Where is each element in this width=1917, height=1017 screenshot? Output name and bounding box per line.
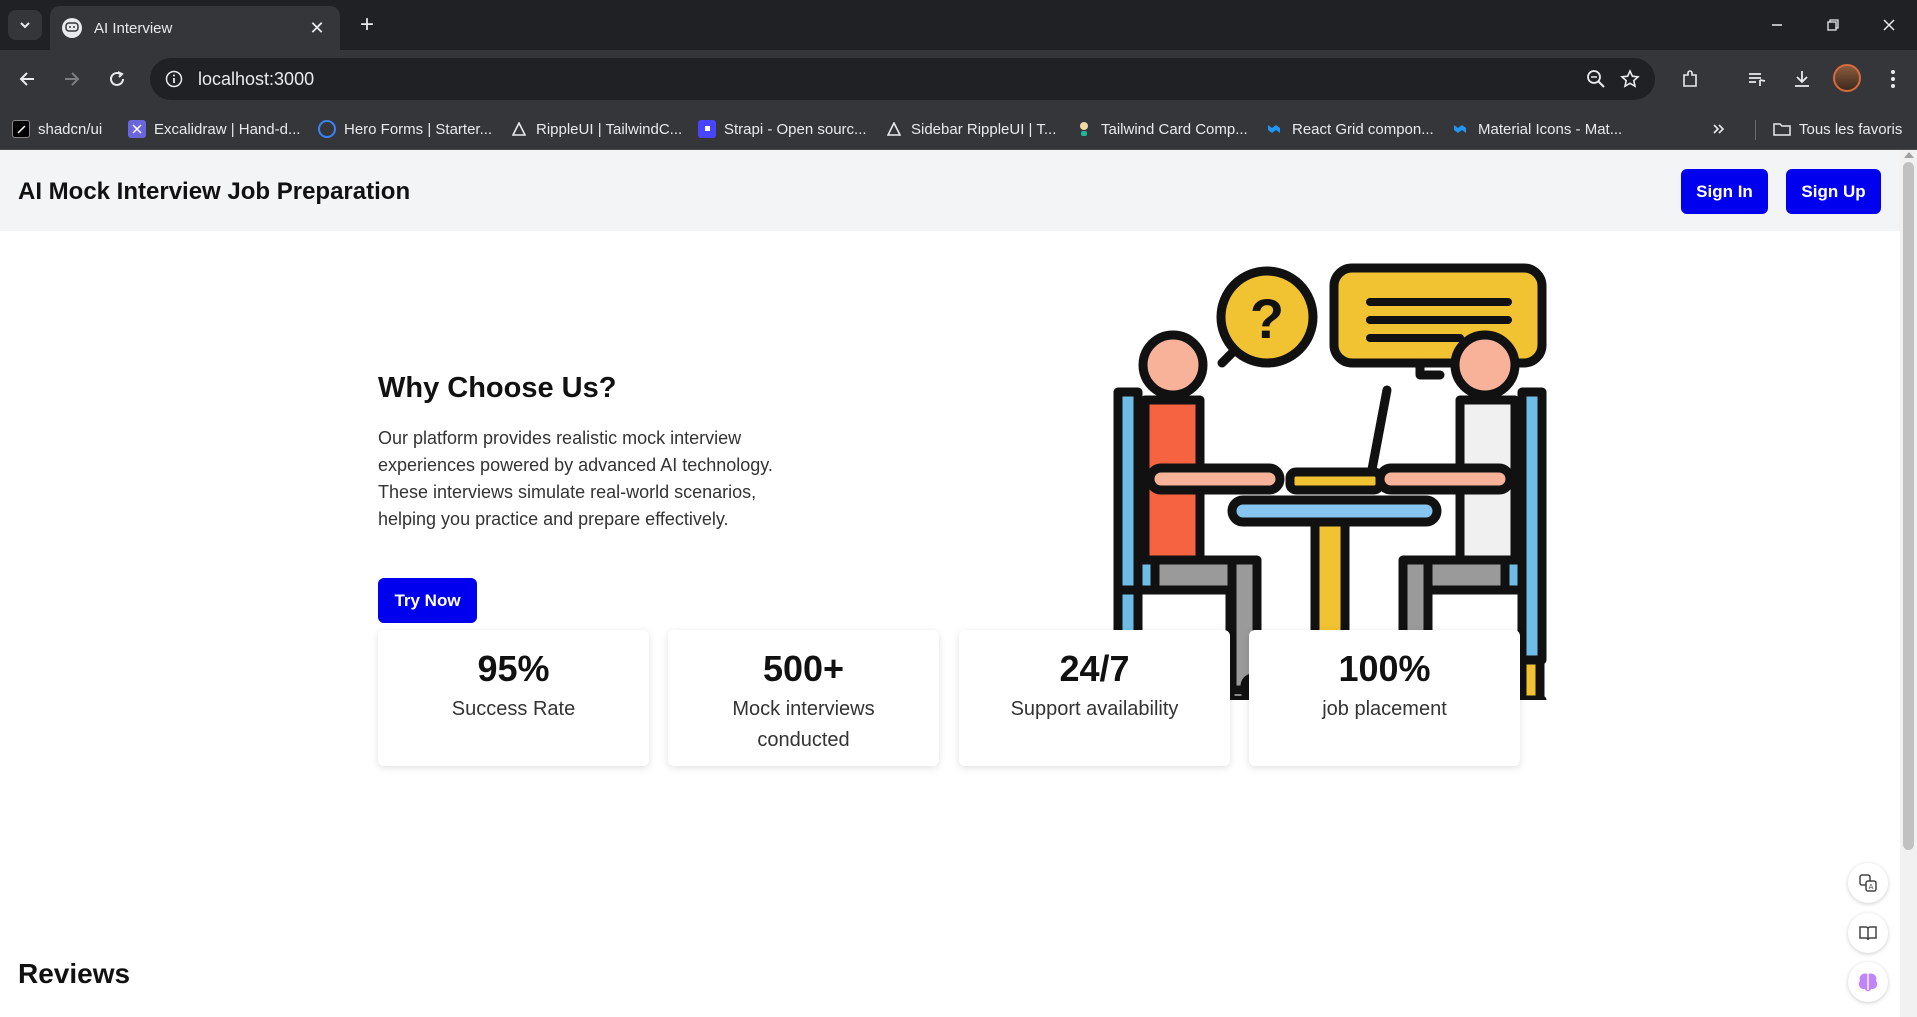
person-right-head bbox=[1450, 330, 1520, 400]
ai-brain-icon[interactable] bbox=[1848, 962, 1888, 1002]
more-menu-icon[interactable] bbox=[1876, 62, 1910, 96]
forward-arrow-icon[interactable] bbox=[55, 62, 89, 96]
tab-title: AI Interview bbox=[94, 19, 173, 37]
bookmark-item[interactable]: Excalidraw | Hand-d... bbox=[128, 116, 300, 142]
zoom-icon[interactable] bbox=[1579, 62, 1613, 96]
hero-title: Why Choose Us? bbox=[378, 372, 617, 404]
chat-bubble-icon bbox=[62, 18, 82, 38]
stat-card: 95% Success Rate bbox=[378, 630, 649, 766]
url-text[interactable]: localhost:3000 bbox=[198, 69, 1579, 90]
site-info-icon[interactable] bbox=[162, 67, 186, 91]
profile-avatar[interactable] bbox=[1833, 64, 1861, 92]
site-title: AI Mock Interview Job Preparation bbox=[18, 178, 411, 205]
close-tab-icon[interactable]: ✕ bbox=[306, 18, 328, 39]
bookmarks-bar: shadcn/ui Excalidraw | Hand-d... Hero Fo… bbox=[0, 108, 1917, 150]
stat-value: 500+ bbox=[762, 648, 845, 689]
browser-toolbar: localhost:3000 bbox=[0, 50, 1917, 108]
back-arrow-icon[interactable] bbox=[10, 62, 44, 96]
folder-icon bbox=[1773, 120, 1791, 138]
all-bookmarks-label: Tous les favoris bbox=[1799, 120, 1903, 138]
browser-tab[interactable]: AI Interview ✕ bbox=[50, 6, 340, 50]
reader-mode-icon[interactable] bbox=[1848, 913, 1888, 953]
restore-icon[interactable] bbox=[1811, 8, 1855, 42]
bookmark-item[interactable]: React Grid compon... bbox=[1266, 116, 1434, 142]
new-tab-icon[interactable]: + bbox=[352, 10, 382, 40]
all-bookmarks-folder[interactable]: Tous les favoris bbox=[1773, 116, 1902, 142]
scroll-up-arrow-icon[interactable] bbox=[1904, 152, 1914, 158]
bookmark-item[interactable]: Material Icons - Mat... bbox=[1452, 116, 1622, 142]
bookmark-label: Material Icons - Mat... bbox=[1478, 120, 1623, 138]
excalidraw-icon bbox=[128, 120, 146, 138]
site-header: AI Mock Interview Job Preparation Sign I… bbox=[0, 150, 1900, 231]
sign-in-button[interactable]: Sign In bbox=[1681, 169, 1768, 214]
page-scrollbar[interactable] bbox=[1900, 150, 1917, 1017]
tab-strip: AI Interview ✕ + bbox=[0, 0, 1917, 50]
stat-value: 95% bbox=[477, 648, 550, 689]
sign-up-button[interactable]: Sign Up bbox=[1786, 169, 1881, 214]
translate-icon[interactable]: A bbox=[1848, 863, 1888, 903]
media-playlist-icon[interactable] bbox=[1740, 62, 1774, 96]
stat-card: 24/7 Support availability bbox=[959, 630, 1230, 766]
chevron-down-icon bbox=[20, 22, 30, 29]
rippleui-icon bbox=[510, 120, 528, 138]
svg-text:?: ? bbox=[1250, 287, 1284, 350]
tailwind-card-icon bbox=[1075, 120, 1093, 138]
bookmark-label: Hero Forms | Starter... bbox=[344, 120, 493, 138]
bookmark-star-icon[interactable] bbox=[1613, 62, 1647, 96]
minimize-icon[interactable] bbox=[1755, 8, 1799, 42]
stat-card: 100% job placement bbox=[1249, 630, 1520, 766]
reload-icon[interactable] bbox=[100, 62, 134, 96]
close-window-icon[interactable] bbox=[1867, 8, 1911, 42]
bookmark-label: RippleUI | TailwindC... bbox=[536, 120, 683, 138]
scroll-thumb[interactable] bbox=[1903, 162, 1914, 850]
download-icon[interactable] bbox=[1785, 62, 1819, 96]
address-bar[interactable]: localhost:3000 bbox=[150, 58, 1655, 100]
stat-label: Success Rate bbox=[451, 698, 576, 720]
try-now-button[interactable]: Try Now bbox=[378, 578, 477, 623]
stat-card: 500+ Mock interviews conducted bbox=[668, 630, 939, 766]
bookmark-label: Tailwind Card Comp... bbox=[1101, 120, 1248, 138]
bookmarks-overflow-icon[interactable] bbox=[1712, 116, 1726, 142]
strapi-icon bbox=[698, 120, 716, 138]
reviews-heading: Reviews bbox=[18, 958, 131, 989]
bookmark-item[interactable]: Hero Forms | Starter... bbox=[318, 116, 492, 142]
bookmark-item[interactable]: Strapi - Open sourc... bbox=[698, 116, 867, 142]
bookmark-label: Excalidraw | Hand-d... bbox=[154, 120, 301, 138]
bookmark-item[interactable]: Tailwind Card Comp... bbox=[1075, 116, 1248, 142]
person-left-head bbox=[1138, 330, 1208, 400]
tab-search-button[interactable] bbox=[8, 10, 42, 40]
bookmark-item[interactable]: shadcn/ui bbox=[12, 116, 102, 142]
bookmark-label: React Grid compon... bbox=[1292, 120, 1434, 138]
hero-forms-icon bbox=[318, 120, 336, 138]
hero-description: Our platform provides realistic mock int… bbox=[378, 428, 773, 529]
stat-label: Support availability bbox=[1010, 698, 1179, 720]
stat-value: 24/7 bbox=[1059, 648, 1130, 689]
bookmark-item[interactable]: RippleUI | TailwindC... bbox=[510, 116, 682, 142]
bookmark-item[interactable]: Sidebar RippleUI | T... bbox=[885, 116, 1056, 142]
bookmark-label: Sidebar RippleUI | T... bbox=[911, 120, 1057, 138]
bookmark-label: Strapi - Open sourc... bbox=[724, 120, 867, 138]
extensions-icon[interactable] bbox=[1673, 62, 1707, 96]
page-viewport: AI Mock Interview Job Preparation Sign I… bbox=[0, 150, 1900, 1017]
stat-value: 100% bbox=[1338, 648, 1431, 689]
svg-text:A: A bbox=[1869, 883, 1874, 891]
stat-label: job placement bbox=[1322, 698, 1447, 720]
mui-icon bbox=[1452, 120, 1470, 138]
mui-icon bbox=[1266, 120, 1284, 138]
rippleui-icon bbox=[885, 120, 903, 138]
bookmark-label: shadcn/ui bbox=[38, 120, 103, 138]
stat-label: Mock interviews conducted bbox=[732, 698, 875, 751]
shadcn-icon bbox=[12, 120, 30, 138]
divider bbox=[1755, 120, 1756, 140]
